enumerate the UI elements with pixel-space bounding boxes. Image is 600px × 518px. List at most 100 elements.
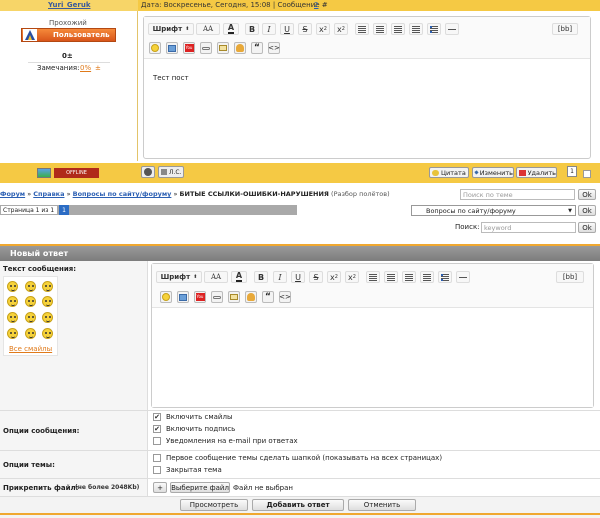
email-notify-label: Уведомления на e-mail при ответах — [166, 437, 298, 445]
subscript-button[interactable]: x2 — [345, 271, 359, 283]
keyword-search-input[interactable]: keyword — [481, 222, 576, 233]
hr-button[interactable] — [456, 271, 470, 283]
align-center-button[interactable] — [373, 23, 387, 35]
justify-button[interactable] — [420, 271, 434, 283]
reply-textarea[interactable] — [152, 309, 593, 407]
smile-icon[interactable] — [25, 296, 36, 307]
forum-jump-select[interactable]: Вопросы по сайту/форуму ▼ — [411, 205, 576, 216]
superscript-button[interactable]: x2 — [316, 23, 330, 35]
justify-button[interactable] — [409, 23, 423, 35]
code-button[interactable]: <> — [279, 291, 291, 303]
smile-button[interactable] — [149, 42, 161, 54]
image-button[interactable] — [177, 291, 189, 303]
superscript-button[interactable]: x2 — [327, 271, 341, 283]
smile-icon[interactable] — [25, 328, 36, 339]
image-button[interactable] — [166, 42, 178, 54]
quote-action-button[interactable]: Цитата — [429, 167, 469, 178]
align-center-button[interactable] — [384, 271, 398, 283]
forum-jump-ok[interactable]: Ok — [578, 205, 596, 216]
font-select[interactable]: Шрифт ⬍ — [156, 271, 202, 283]
signature-checkbox[interactable]: ✔ — [153, 425, 161, 433]
align-left-icon — [369, 273, 377, 281]
email-button[interactable] — [217, 42, 229, 54]
align-left-button[interactable] — [355, 23, 369, 35]
youtube-button[interactable]: You — [194, 291, 206, 303]
breadcrumb-forum[interactable]: Форум — [0, 190, 25, 198]
smile-icon[interactable] — [25, 281, 36, 292]
email-button[interactable] — [228, 291, 240, 303]
remarks-sign[interactable]: ± — [95, 64, 101, 72]
hr-button[interactable] — [445, 23, 459, 35]
underline-button[interactable]: U — [291, 271, 305, 283]
post-author-link[interactable]: Yuri_Geruk — [48, 1, 90, 9]
smile-icon[interactable] — [7, 328, 18, 339]
link-button[interactable] — [211, 291, 223, 303]
keyword-search-ok[interactable]: Ok — [578, 222, 596, 233]
post-number-link[interactable]: 2 — [314, 1, 318, 9]
size-select[interactable]: AA — [196, 23, 220, 35]
quote-button[interactable]: “ — [262, 291, 274, 303]
smile-icon[interactable] — [42, 328, 53, 339]
list-button[interactable] — [427, 23, 441, 35]
all-smiles-link[interactable]: Все смайлы — [9, 345, 52, 353]
delete-action-button[interactable]: Удалить — [516, 167, 557, 178]
add-file-button[interactable]: + — [153, 482, 167, 493]
profile-button[interactable] — [141, 166, 155, 178]
pm-button[interactable]: Л.С. — [158, 166, 184, 178]
align-left-button[interactable] — [366, 271, 380, 283]
link-button[interactable] — [200, 42, 212, 54]
bold-button[interactable]: B — [254, 271, 268, 283]
italic-button[interactable]: I — [262, 23, 276, 35]
subscript-button[interactable]: x2 — [334, 23, 348, 35]
edit-action-button[interactable]: Изменить — [472, 167, 514, 178]
topic-search-input[interactable]: Поиск по теме — [460, 189, 575, 200]
hr-icon — [448, 28, 456, 30]
bold-button[interactable]: B — [245, 23, 259, 35]
quote-button[interactable]: “ — [251, 42, 263, 54]
youtube-button[interactable]: You — [183, 42, 195, 54]
underline-button[interactable]: U — [280, 23, 294, 35]
smile-button[interactable] — [160, 291, 172, 303]
text-color-button[interactable]: A — [231, 271, 247, 283]
email-notify-checkbox[interactable] — [153, 437, 161, 445]
breadcrumb-sep: » — [27, 190, 32, 198]
font-select[interactable]: Шрифт ⬍ — [148, 23, 194, 35]
breadcrumb-topic-desc: (Разбор полётов) — [331, 190, 390, 198]
align-right-button[interactable] — [402, 271, 416, 283]
smile-icon[interactable] — [7, 312, 18, 323]
smile-icon[interactable] — [25, 312, 36, 323]
smiles-checkbox[interactable]: ✔ — [153, 413, 161, 421]
smile-icon[interactable] — [42, 296, 53, 307]
smile-icon[interactable] — [7, 281, 18, 292]
reply-title: Новый ответ — [10, 249, 69, 258]
page-current[interactable]: 1 — [59, 205, 69, 215]
post-id-label: 1 — [570, 168, 574, 175]
align-right-button[interactable] — [391, 23, 405, 35]
remarks-value[interactable]: 0% — [80, 64, 91, 72]
select-post-checkbox[interactable] — [583, 170, 591, 178]
topic-search-ok[interactable]: Ok — [578, 189, 596, 200]
user-tag-button[interactable] — [245, 291, 257, 303]
choose-file-button[interactable]: Выберите файл — [170, 482, 230, 493]
smile-icon[interactable] — [7, 296, 18, 307]
smile-icon[interactable] — [42, 281, 53, 292]
user-tag-button[interactable] — [234, 42, 246, 54]
list-button[interactable] — [438, 271, 452, 283]
breadcrumb-help[interactable]: Справка — [33, 190, 64, 198]
submit-button[interactable]: Добавить ответ — [252, 499, 344, 511]
smile-icon[interactable] — [42, 312, 53, 323]
strike-button[interactable]: S — [309, 271, 323, 283]
code-button[interactable]: <> — [268, 42, 280, 54]
bb-toggle-button[interactable]: [bb] — [552, 23, 578, 35]
cancel-button[interactable]: Отменить — [348, 499, 416, 511]
size-select[interactable]: AA — [204, 271, 228, 283]
breadcrumb-section[interactable]: Вопросы по сайту/форуму — [73, 190, 172, 198]
strike-button[interactable]: S — [298, 23, 312, 35]
text-color-button[interactable]: A — [223, 23, 239, 35]
post-id-box[interactable]: 1 — [567, 166, 577, 177]
sticky-checkbox[interactable] — [153, 454, 161, 462]
italic-button[interactable]: I — [273, 271, 287, 283]
close-topic-checkbox[interactable] — [153, 466, 161, 474]
bb-toggle-button[interactable]: [bb] — [556, 271, 584, 283]
preview-button[interactable]: Просмотреть — [180, 499, 248, 511]
